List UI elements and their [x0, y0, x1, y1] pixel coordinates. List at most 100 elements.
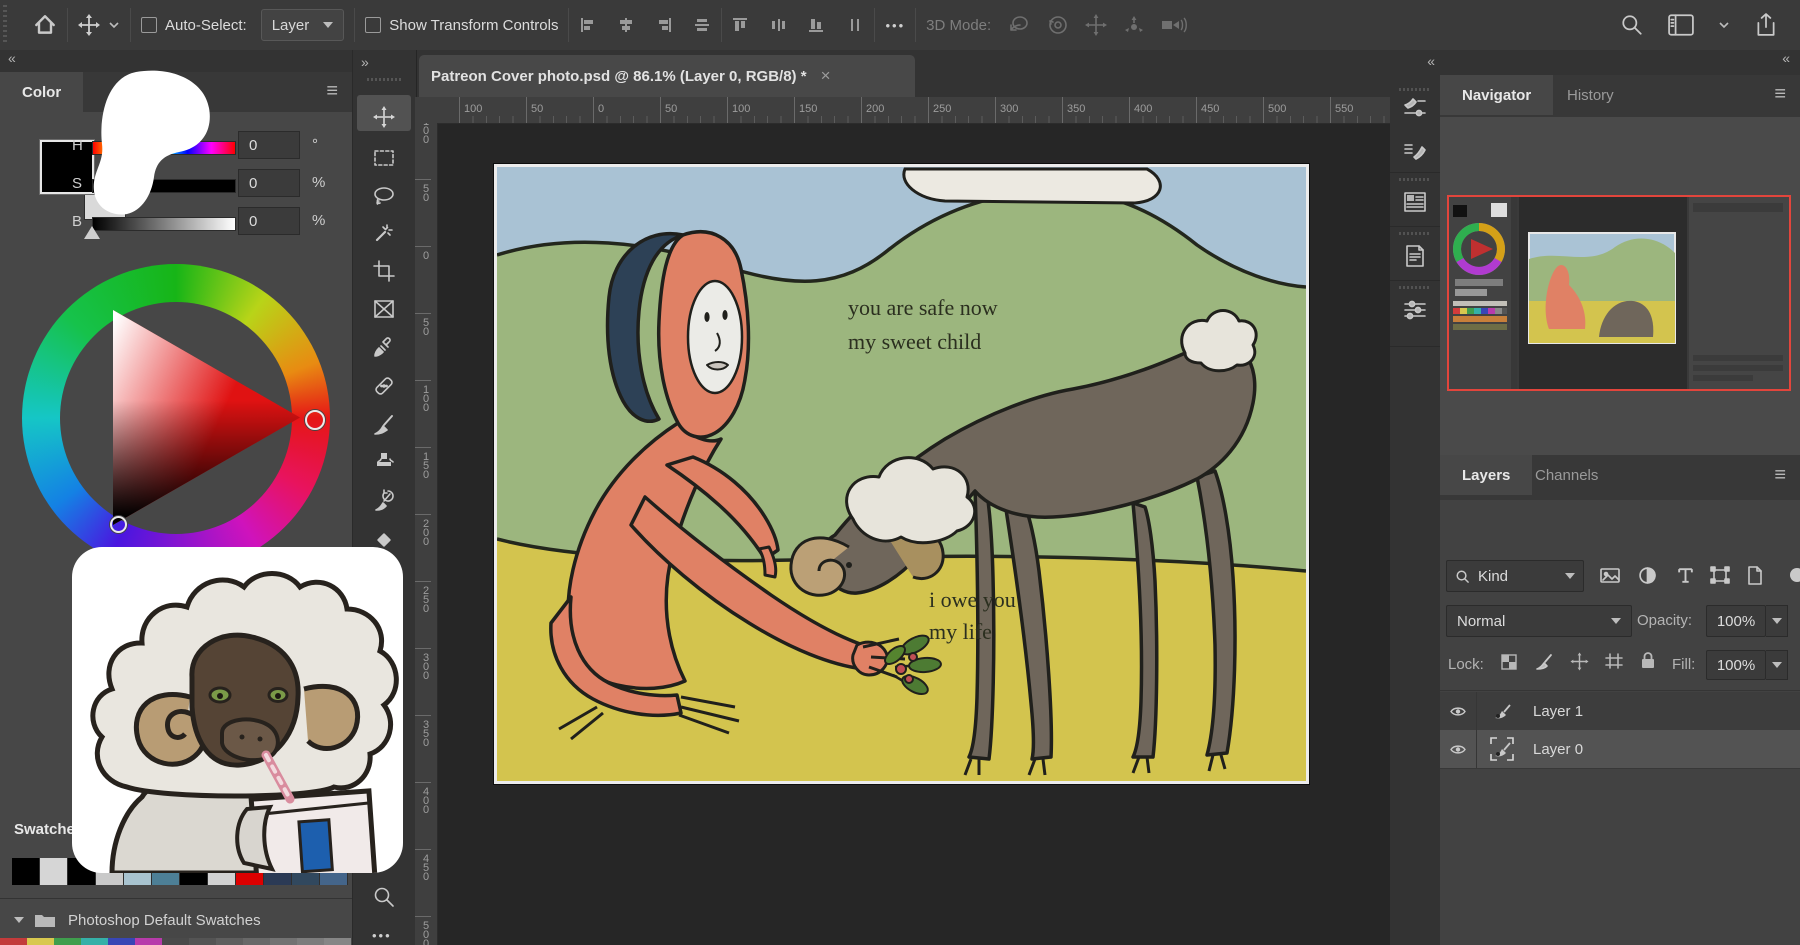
swatch[interactable] — [162, 938, 189, 945]
clone-stamp-tool-icon[interactable] — [372, 450, 396, 474]
align-vertical-centers-icon[interactable] — [693, 17, 711, 33]
panel-menu-icon[interactable]: ≡ — [326, 80, 338, 103]
pan-3d-icon[interactable] — [1085, 14, 1107, 36]
hue-ring-marker[interactable] — [305, 410, 325, 430]
layer-thumbnail[interactable] — [1485, 737, 1519, 761]
swatch[interactable] — [243, 938, 270, 945]
libraries-panel-icon[interactable] — [1403, 190, 1427, 214]
toolbar-grip[interactable] — [3, 5, 7, 45]
brightness-input[interactable]: 0 — [238, 207, 300, 235]
triangle-marker[interactable] — [110, 516, 127, 533]
ruler-origin[interactable] — [415, 97, 438, 124]
frame-tool-icon[interactable] — [372, 297, 396, 321]
home-icon[interactable] — [33, 14, 57, 36]
workspace-icon[interactable] — [1668, 14, 1694, 36]
filter-shape-layers-icon[interactable] — [1710, 566, 1730, 585]
layer-row-1[interactable]: Layer 1 — [1440, 692, 1800, 731]
align-left-edges-icon[interactable] — [579, 17, 597, 33]
chevron-down-icon[interactable] — [1718, 21, 1730, 29]
auto-select-checkbox[interactable] — [141, 17, 157, 33]
chevron-down-icon[interactable] — [14, 917, 24, 923]
roll-3d-icon[interactable] — [1047, 14, 1069, 36]
lock-all-icon[interactable] — [1640, 651, 1656, 670]
distribute-vertical-icon[interactable] — [846, 17, 864, 33]
hue-input[interactable]: 0 — [238, 131, 300, 159]
panel-menu-icon[interactable]: ≡ — [1774, 464, 1786, 487]
swatch[interactable] — [216, 938, 243, 945]
tab-navigator[interactable]: Navigator — [1440, 75, 1553, 115]
fill-input[interactable]: 100% — [1706, 650, 1766, 680]
orbit-3d-icon[interactable] — [1007, 14, 1031, 36]
tab-color[interactable]: Color — [0, 72, 83, 112]
history-brush-tool-icon[interactable] — [372, 489, 396, 513]
layer-thumbnail[interactable] — [1485, 701, 1519, 721]
collapse-panel-icon[interactable]: « — [1782, 50, 1788, 66]
dock-grip[interactable] — [1399, 88, 1431, 91]
zoom-tool-icon[interactable] — [372, 885, 396, 909]
visibility-toggle[interactable] — [1440, 730, 1477, 768]
visibility-toggle[interactable] — [1440, 692, 1477, 730]
filter-pixel-layers-icon[interactable] — [1600, 566, 1620, 585]
opacity-input[interactable]: 100% — [1706, 605, 1766, 637]
document-tab[interactable]: Patreon Cover photo.psd @ 86.1% (Layer 0… — [419, 55, 915, 97]
toolbar-grip[interactable] — [367, 78, 401, 81]
horizontal-ruler[interactable]: 10050050100150200250300350400450500550 — [437, 97, 1390, 124]
brush-tool-icon[interactable] — [372, 413, 396, 437]
filter-smart-objects-icon[interactable] — [1746, 566, 1764, 585]
filter-adjustment-layers-icon[interactable] — [1638, 566, 1657, 585]
swatch[interactable] — [81, 938, 108, 945]
swatch[interactable] — [108, 938, 135, 945]
brush-settings-panel-icon[interactable] — [1403, 96, 1427, 120]
lock-pixels-icon[interactable] — [1536, 653, 1554, 671]
move-icon[interactable] — [78, 14, 100, 36]
distribute-horizontal-centers-icon[interactable] — [770, 17, 788, 33]
camera-3d-icon[interactable] — [1161, 16, 1187, 34]
fill-scrubber[interactable] — [1766, 650, 1788, 680]
comments-panel-icon[interactable] — [1403, 244, 1427, 268]
lock-position-icon[interactable] — [1570, 652, 1589, 671]
blend-mode-dropdown[interactable]: Normal — [1446, 605, 1632, 637]
marquee-tool-icon[interactable] — [372, 146, 396, 170]
lock-artboard-icon[interactable] — [1605, 653, 1624, 671]
close-tab-icon[interactable]: × — [821, 66, 831, 86]
saturation-input[interactable]: 0 — [238, 169, 300, 197]
move-tool-icon[interactable] — [372, 105, 396, 129]
collapse-dock-icon[interactable]: « — [1427, 53, 1433, 69]
chevron-down-icon[interactable] — [108, 21, 120, 29]
vertical-ruler[interactable]: 10050050100150200250300350400450500 — [415, 123, 438, 945]
swatch[interactable] — [324, 938, 351, 945]
swatch[interactable] — [189, 938, 216, 945]
collapse-panel-icon[interactable]: « — [8, 50, 14, 66]
color-wheel[interactable] — [22, 264, 330, 572]
canvas-area[interactable]: 10050050100150200250300350400450500550 1… — [415, 97, 1390, 945]
search-icon[interactable] — [1620, 13, 1644, 37]
dock-grip[interactable] — [1399, 232, 1431, 235]
swatch[interactable] — [12, 858, 40, 885]
dock-grip[interactable] — [1399, 178, 1431, 181]
expand-toolbar-icon[interactable]: » — [361, 54, 367, 70]
filter-toggle-pin-icon[interactable] — [1784, 566, 1800, 585]
lasso-tool-icon[interactable] — [372, 184, 396, 208]
tab-history[interactable]: History — [1545, 75, 1636, 115]
align-horizontal-centers-icon[interactable] — [617, 17, 635, 33]
swatch[interactable] — [54, 938, 81, 945]
document-canvas[interactable]: you are safe now my sweet child i owe yo… — [494, 164, 1309, 784]
share-icon[interactable] — [1754, 13, 1778, 37]
slide-3d-icon[interactable] — [1123, 14, 1145, 36]
swatch[interactable] — [270, 938, 297, 945]
panel-menu-icon[interactable]: ≡ — [1774, 83, 1786, 106]
crop-tool-icon[interactable] — [372, 259, 396, 283]
navigator-thumbnail[interactable] — [1447, 195, 1791, 391]
edit-toolbar-icon[interactable]: ••• — [372, 928, 392, 943]
brightness-slider-handle[interactable] — [84, 226, 100, 239]
filter-type-layers-icon[interactable] — [1676, 566, 1695, 585]
swatch[interactable] — [297, 938, 324, 945]
align-top-edges-icon[interactable] — [732, 17, 750, 33]
align-right-edges-icon[interactable] — [655, 17, 673, 33]
properties-panel-icon[interactable] — [1403, 298, 1427, 322]
healing-brush-tool-icon[interactable] — [372, 374, 396, 398]
dock-grip[interactable] — [1399, 286, 1431, 289]
auto-select-target-dropdown[interactable]: Layer — [261, 9, 345, 41]
layer-row-0[interactable]: Layer 0 — [1440, 730, 1800, 769]
swatch-group-row[interactable]: Photoshop Default Swatches — [0, 898, 352, 941]
